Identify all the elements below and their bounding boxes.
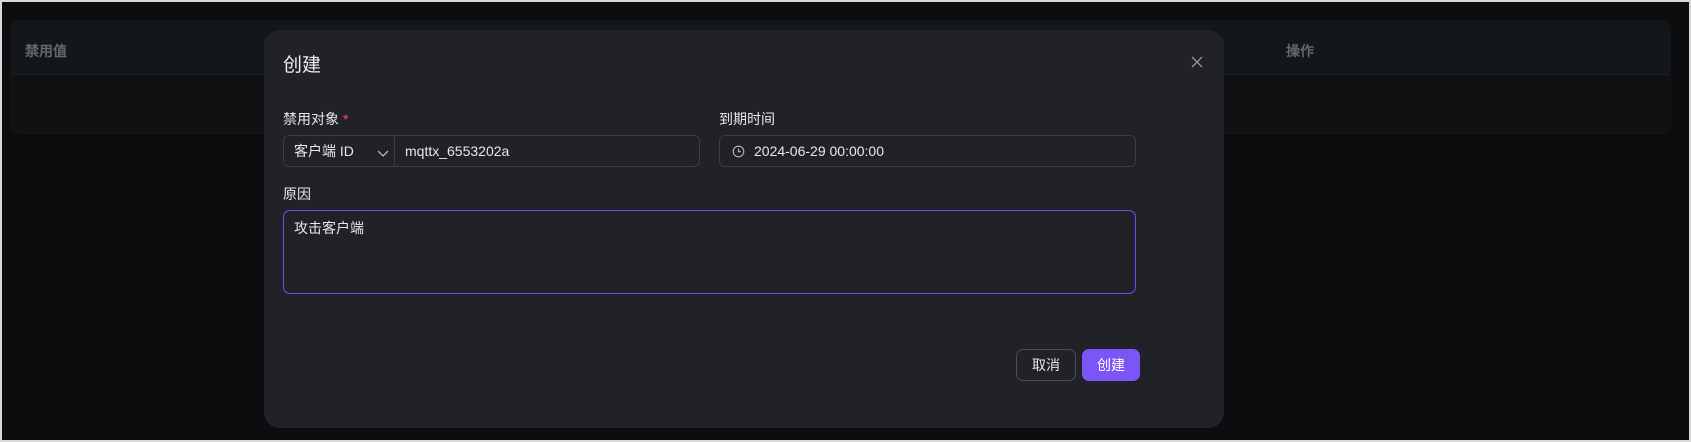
expire-date-picker[interactable]: 2024-06-29 00:00:00 [719,135,1136,167]
ban-target-type-select[interactable]: 客户端 ID [283,135,404,167]
expire-label: 到期时间 [719,111,775,127]
create-ban-dialog: 创建 禁用对象 * 到期时间 客户端 ID mqttx_6553202a 2024… [264,30,1224,428]
ban-target-label: 禁用对象 * [283,109,348,129]
cancel-button[interactable]: 取消 [1016,349,1076,381]
ban-target-label-text: 禁用对象 [283,111,339,127]
reason-textarea[interactable]: 攻击客户端 [283,210,1136,294]
close-icon[interactable] [1189,54,1205,70]
clock-icon [732,145,745,158]
ban-target-input[interactable]: mqttx_6553202a [394,135,700,167]
reason-label: 原因 [283,186,311,202]
ban-target-type-value: 客户端 ID [294,143,354,159]
chevron-down-icon [377,146,389,162]
required-mark: * [343,111,349,127]
create-button[interactable]: 创建 [1082,349,1140,381]
expire-date-value: 2024-06-29 00:00:00 [754,143,884,159]
dialog-title: 创建 [283,55,322,76]
